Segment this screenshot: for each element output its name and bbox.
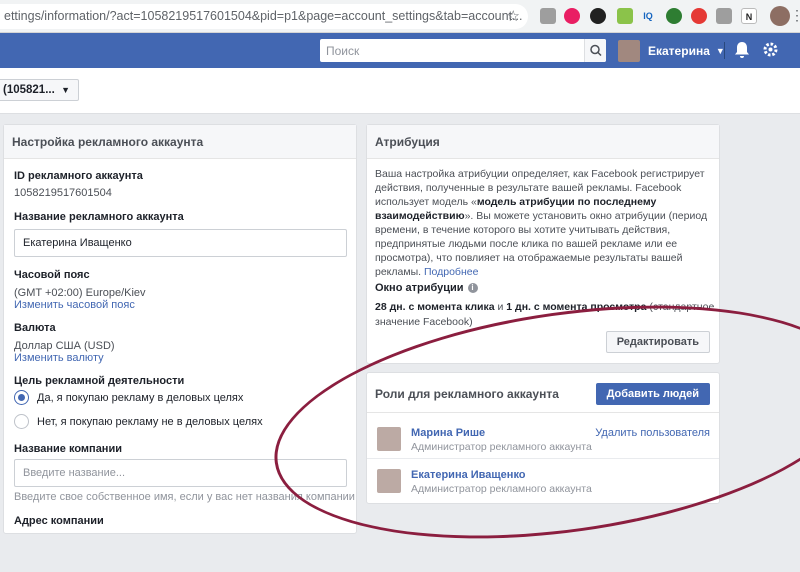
account-name-field[interactable]: Екатерина Иващенко — [14, 229, 347, 257]
radio-button[interactable] — [14, 414, 29, 429]
extension-n-icon[interactable]: N — [741, 8, 757, 24]
facebook-header: Поиск Екатерина ▼ — [0, 33, 800, 68]
radio-label: Да, я покупаю рекламу в деловых целях — [37, 391, 244, 404]
extension-icon[interactable] — [590, 8, 606, 24]
timezone-label: Часовой пояс — [14, 269, 90, 281]
divider — [724, 42, 725, 59]
radio-button[interactable] — [14, 390, 29, 405]
bell-icon[interactable] — [734, 41, 750, 63]
search-icon — [590, 44, 602, 57]
browser-toolbar: ettings/information/?act=105821951760150… — [0, 0, 800, 33]
chevron-down-icon: ▼ — [61, 85, 70, 95]
company-name-label: Название компании — [14, 443, 122, 455]
search-input[interactable]: Поиск — [320, 39, 606, 62]
extension-icon[interactable] — [617, 8, 633, 24]
purpose-label: Цель рекламной деятельности — [14, 375, 185, 387]
gear-icon[interactable] — [762, 41, 779, 62]
connector-text: и — [494, 301, 507, 313]
user-menu[interactable]: Екатерина ▼ — [618, 39, 725, 62]
account-selector[interactable]: (105821... ▼ — [0, 79, 79, 101]
purpose-radio-personal[interactable]: Нет, я покупаю рекламу не в деловых целя… — [14, 414, 263, 429]
extension-icon[interactable] — [540, 8, 556, 24]
label-text: Окно атрибуции — [375, 282, 464, 294]
currency-value: Доллар США (USD) — [14, 340, 115, 352]
panel-title: Атрибуция — [367, 125, 719, 159]
extension-icon[interactable] — [564, 8, 580, 24]
user-name: Екатерина — [648, 43, 710, 58]
account-selector-label: (105821... — [3, 84, 55, 96]
search-placeholder: Поиск — [326, 44, 360, 58]
url-text: ettings/information/?act=105821951760150… — [4, 9, 523, 23]
account-name-label: Название рекламного аккаунта — [14, 211, 184, 223]
account-id-value: 1058219517601504 — [14, 187, 112, 199]
info-icon[interactable]: i — [467, 283, 478, 293]
click-window: 28 дн. с момента клика — [375, 301, 495, 313]
currency-label: Валюта — [14, 322, 56, 334]
panel-title: Настройка рекламного аккаунта — [4, 125, 356, 159]
change-currency-link[interactable]: Изменить валюту — [14, 352, 104, 364]
attribution-window-label: Окно атрибуции i — [375, 282, 478, 294]
extension-icon[interactable] — [691, 8, 707, 24]
address-bar[interactable]: ettings/information/?act=105821951760150… — [0, 4, 528, 29]
browser-menu-icon[interactable]: ⋮ — [790, 7, 800, 24]
radio-label: Нет, я покупаю рекламу не в деловых целя… — [37, 415, 263, 428]
profile-avatar[interactable] — [770, 6, 790, 26]
extension-icon[interactable]: IQ — [640, 8, 656, 24]
attribution-description: Ваша настройка атрибуции определяет, как… — [375, 167, 711, 279]
timezone-value: (GMT +02:00) Europe/Kiev — [14, 287, 146, 299]
avatar — [618, 39, 640, 62]
change-timezone-link[interactable]: Изменить часовой пояс — [14, 299, 135, 311]
company-address-label: Адрес компании — [14, 515, 104, 527]
extension-icon[interactable] — [716, 8, 732, 24]
learn-more-link[interactable]: Подробнее — [424, 266, 478, 278]
bookmark-star-icon[interactable]: ☆ — [507, 4, 520, 29]
extension-icon[interactable] — [666, 8, 682, 24]
account-bar: (105821... ▼ — [0, 68, 800, 114]
account-id-label: ID рекламного аккаунта — [14, 170, 143, 182]
purpose-radio-business[interactable]: Да, я покупаю рекламу в деловых целях — [14, 390, 243, 405]
search-button[interactable] — [584, 39, 606, 62]
